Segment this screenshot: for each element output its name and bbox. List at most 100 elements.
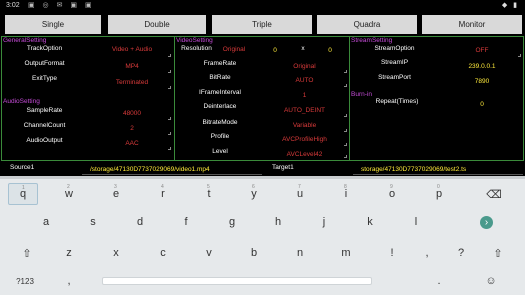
dropdown-indicator-icon (344, 143, 347, 146)
key-exclaim[interactable]: ! (377, 242, 407, 264)
key-g[interactable]: g (217, 211, 247, 233)
profile-value[interactable]: AVCProfileHigh (267, 136, 342, 143)
backspace-key[interactable]: ⌫ (479, 183, 509, 205)
stream-option-label: StreamOption (374, 45, 415, 52)
resolution-value[interactable]: Original (214, 46, 254, 53)
mode-single-button[interactable]: Single (5, 15, 101, 34)
key-v[interactable]: v (194, 242, 224, 264)
stream-ip-value[interactable]: 239.0.0.1 (457, 63, 507, 70)
settings-panel: GeneralSetting TrackOption Video + Audio… (1, 36, 524, 161)
key-p[interactable]: 0p (424, 183, 454, 205)
audio-output-label: AudioOutput (26, 137, 63, 144)
key-j[interactable]: j (309, 211, 339, 233)
dropdown-indicator-icon (518, 54, 521, 57)
track-option-value[interactable]: Video + Audio (102, 46, 162, 53)
output-format-value[interactable]: MP4 (102, 63, 162, 70)
iframe-interval-value[interactable]: 1 (267, 92, 342, 99)
key-o[interactable]: 9o (377, 183, 407, 205)
target-label: Target1 (272, 164, 294, 171)
key-t[interactable]: 5t (194, 183, 224, 205)
key-m[interactable]: m (331, 242, 361, 264)
symbols-key[interactable]: ?123 (8, 270, 42, 292)
key-q[interactable]: 1q (8, 183, 38, 205)
stream-section-title: StreamSetting (351, 37, 393, 44)
key-n[interactable]: n (285, 242, 315, 264)
level-value[interactable]: AVCLevel42 (267, 151, 342, 158)
sample-rate-value[interactable]: 48000 (102, 110, 162, 117)
shift-right-key[interactable]: ⇧ (483, 242, 513, 264)
source-path-input[interactable]: /storage/47130D7737029069/video1.mp4 (90, 166, 210, 173)
key-d[interactable]: d (125, 211, 155, 233)
target-path-input[interactable]: storage/47130D7737029069/test2.ts (361, 166, 466, 173)
key-hint: 6 (252, 184, 255, 190)
resolution-x: x (301, 45, 305, 52)
bit-rate-label: BitRate (209, 74, 231, 81)
key-comma-alt[interactable]: , (412, 242, 442, 264)
mode-monitor-button[interactable]: Monitor (422, 15, 522, 34)
key-a[interactable]: a (31, 211, 61, 233)
key-h[interactable]: h (263, 211, 293, 233)
dropdown-indicator-icon (168, 147, 171, 150)
dropdown-indicator-icon (168, 132, 171, 135)
key-e[interactable]: 3e (101, 183, 131, 205)
emoji-key[interactable]: ☺ (476, 270, 506, 292)
key-hint: 3 (114, 184, 117, 190)
key-c[interactable]: c (148, 242, 178, 264)
key-hint: 1 (22, 185, 25, 191)
dropdown-indicator-icon (344, 129, 347, 132)
key-question[interactable]: ? (446, 242, 476, 264)
frame-rate-value[interactable]: Original (267, 63, 342, 70)
channel-count-value[interactable]: 2 (102, 125, 162, 132)
audio-output-value[interactable]: AAC (102, 140, 162, 147)
key-u[interactable]: 7u (285, 183, 315, 205)
source-underline (82, 174, 262, 175)
frame-rate-label: FrameRate (203, 60, 237, 67)
stream-port-value[interactable]: 7890 (457, 78, 507, 85)
stream-option-value[interactable]: OFF (457, 47, 507, 54)
resolution-height[interactable]: 0 (325, 47, 335, 54)
space-bar[interactable] (102, 277, 372, 285)
channel-count-label: ChannelCount (23, 122, 66, 129)
exit-type-value[interactable]: Terminated (102, 79, 162, 86)
general-section-title: GeneralSetting (3, 37, 47, 44)
key-w[interactable]: 2w (54, 183, 84, 205)
key-y[interactable]: 6y (239, 183, 269, 205)
mode-triple-button[interactable]: Triple (212, 15, 312, 34)
deinterlace-value[interactable]: AUTO_DEINT (267, 107, 342, 114)
dropdown-indicator-icon (168, 117, 171, 120)
repeat-value[interactable]: 0 (472, 101, 492, 108)
key-x[interactable]: x (101, 242, 131, 264)
resolution-label: Resolution (181, 45, 212, 52)
shift-left-key[interactable]: ⇧ (12, 242, 42, 264)
dropdown-indicator-icon (344, 70, 347, 73)
level-label: Level (212, 148, 228, 155)
key-hint: 5 (207, 184, 210, 190)
bit-rate-value[interactable]: AUTO (267, 77, 342, 84)
key-comma[interactable]: , (54, 270, 84, 292)
backspace-icon: ⌫ (486, 188, 502, 201)
key-b[interactable]: b (239, 242, 269, 264)
key-l[interactable]: l (401, 211, 431, 233)
bitrate-mode-label: BitrateMode (202, 119, 238, 126)
mode-double-button[interactable]: Double (108, 15, 206, 34)
mode-quadra-button[interactable]: Quadra (317, 15, 417, 34)
bitrate-mode-value[interactable]: Variable (267, 122, 342, 129)
key-k[interactable]: k (355, 211, 385, 233)
key-s[interactable]: s (78, 211, 108, 233)
dropdown-indicator-icon (168, 86, 171, 89)
key-f[interactable]: f (171, 211, 201, 233)
notification-icons: ▣ ◎ ✉ ▣ ▣ (28, 2, 95, 9)
sample-rate-label: SampleRate (26, 107, 63, 114)
key-period[interactable]: . (424, 270, 454, 292)
key-z[interactable]: z (54, 242, 84, 264)
stream-ip-label: StreamIP (380, 59, 409, 66)
dropdown-indicator-icon (344, 155, 347, 158)
divider (349, 37, 350, 160)
go-button[interactable]: › (480, 216, 493, 229)
soft-keyboard: 1q 2w 3e 4r 5t 6y 7u 8i 9o 0p ⌫ a s d f … (0, 176, 525, 295)
key-i[interactable]: 8i (331, 183, 361, 205)
key-hint: 4 (161, 184, 164, 190)
resolution-width[interactable]: 0 (270, 47, 280, 54)
track-option-label: TrackOption (26, 45, 63, 52)
key-r[interactable]: 4r (148, 183, 178, 205)
